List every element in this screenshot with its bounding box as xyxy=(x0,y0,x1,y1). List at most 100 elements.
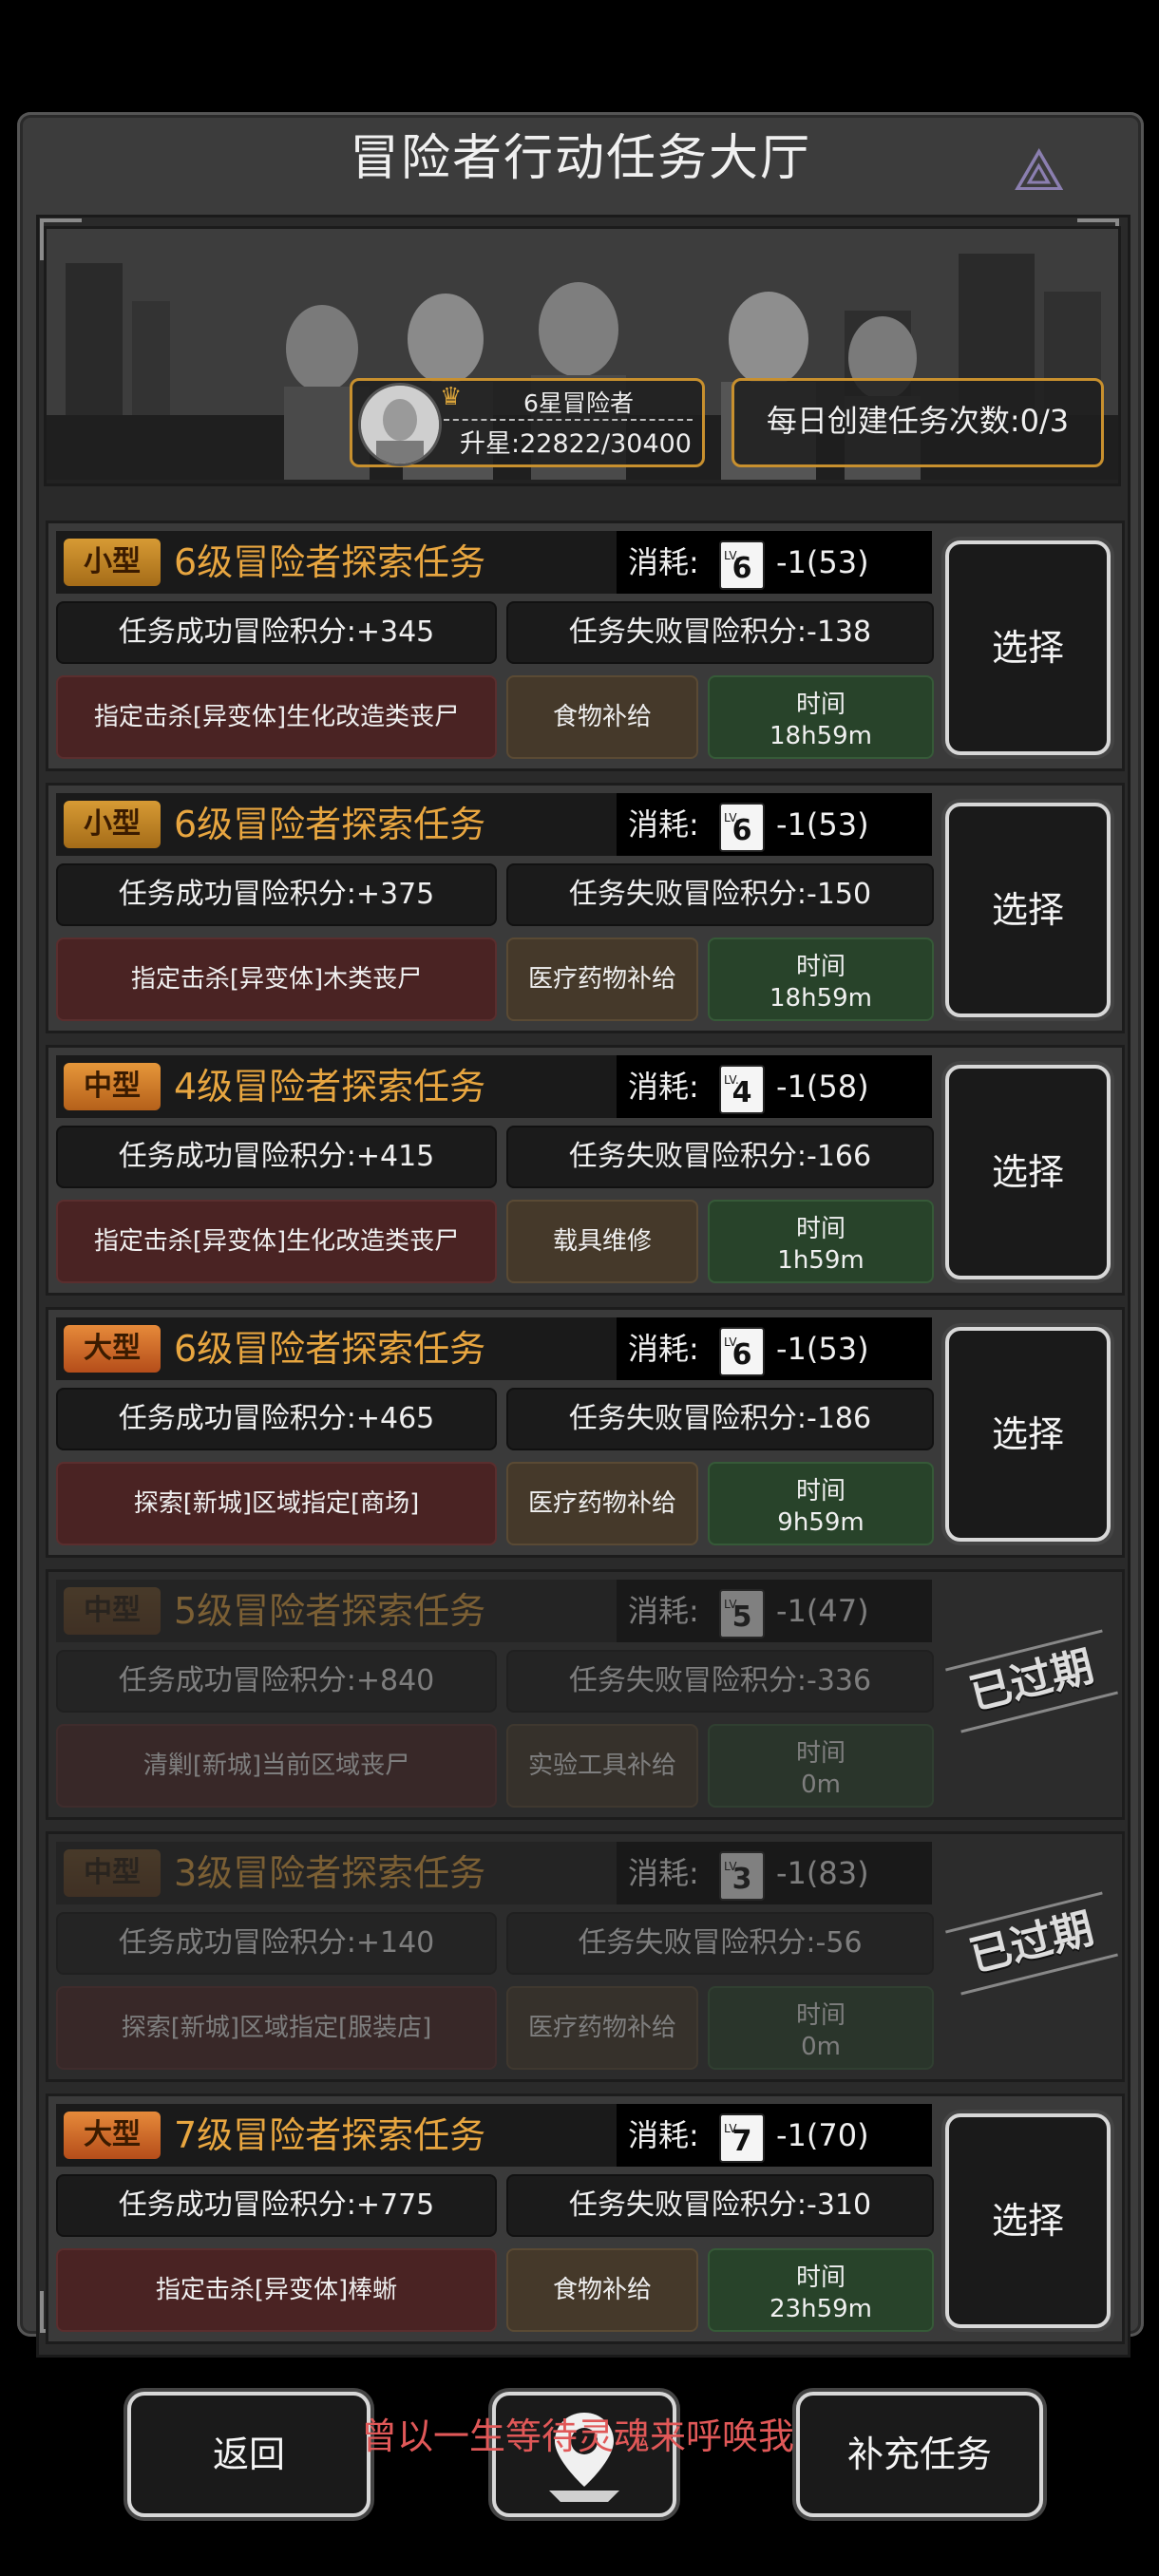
task-reward: 医疗药物补给 xyxy=(506,938,698,1021)
task-card: 中型 3级冒险者探索任务 消耗: LV. 3 -1(83) 任务成功冒险积分:+1… xyxy=(46,1831,1125,2082)
task-cost: 消耗: LV. 4 -1(58) xyxy=(617,1055,932,1118)
avatar xyxy=(358,383,442,466)
task-cost: 消耗: LV. 6 -1(53) xyxy=(617,531,932,594)
task-title: 6级冒险者探索任务 xyxy=(174,541,486,583)
task-cost: 消耗: LV. 3 -1(83) xyxy=(617,1842,932,1904)
select-button[interactable]: 选择 xyxy=(945,1065,1111,1279)
time-remaining: 0m xyxy=(801,1771,841,1799)
rank-box[interactable]: ♛ 6星冒险者 升星:22822/30400 xyxy=(350,378,705,467)
task-size-badge: 中型 xyxy=(64,1587,161,1635)
task-objective: 探索[新城]区域指定[商场] xyxy=(56,1462,497,1545)
back-button[interactable]: 返回 xyxy=(127,2392,370,2517)
task-size-badge: 小型 xyxy=(64,801,161,848)
failure-points: 任务失败冒险积分:-150 xyxy=(506,863,934,926)
success-points: 任务成功冒险积分:+345 xyxy=(56,601,497,664)
cost-label: 消耗: xyxy=(628,2117,699,2153)
level-card-icon: LV. 3 xyxy=(719,1851,765,1901)
task-size-badge: 小型 xyxy=(64,539,161,586)
level-card-icon: LV. 5 xyxy=(719,1589,765,1638)
expired-stamp: 已过期 xyxy=(945,1891,1118,1996)
task-title: 3级冒险者探索任务 xyxy=(174,1852,486,1894)
expired-stamp: 已过期 xyxy=(945,1629,1118,1733)
task-cost: 消耗: LV. 7 -1(70) xyxy=(617,2104,932,2167)
task-objective: 探索[新城]区域指定[服装店] xyxy=(56,1986,497,2070)
task-cost: 消耗: LV. 6 -1(53) xyxy=(617,793,932,856)
level-card-icon: LV. 6 xyxy=(719,1327,765,1376)
time-label: 时间 xyxy=(795,2263,846,2292)
select-button[interactable]: 选择 xyxy=(945,1327,1111,1542)
success-points: 任务成功冒险积分:+465 xyxy=(56,1388,497,1450)
failure-points: 任务失败冒险积分:-186 xyxy=(506,1388,934,1450)
task-reward: 食物补给 xyxy=(506,2248,698,2332)
level-card-icon: LV. 6 xyxy=(719,540,765,590)
task-card[interactable]: 大型 6级冒险者探索任务 消耗: LV. 6 -1(53) 任务成功冒险积分:+4… xyxy=(46,1307,1125,1558)
cost-value: -1(53) xyxy=(776,544,869,580)
task-title: 7级冒险者探索任务 xyxy=(174,2114,486,2156)
time-remaining: 9h59m xyxy=(777,1508,864,1537)
task-reward: 医疗药物补给 xyxy=(506,1462,698,1545)
faction-emblem-icon: ⟁ xyxy=(1013,135,1066,204)
failure-points: 任务失败冒险积分:-166 xyxy=(506,1126,934,1188)
task-time: 时间 1h59m xyxy=(708,1200,934,1283)
footer-bar: 返回 补充任务 xyxy=(0,2346,1159,2576)
star-up-progress: 升星:22822/30400 xyxy=(460,429,692,459)
cost-label: 消耗: xyxy=(628,1855,699,1891)
task-reward: 实验工具补给 xyxy=(506,1724,698,1808)
cost-value: -1(53) xyxy=(776,1331,869,1367)
task-header: 大型 6级冒险者探索任务 消耗: LV. 6 -1(53) xyxy=(56,1317,932,1380)
crown-icon: ♛ xyxy=(440,383,463,411)
time-label: 时间 xyxy=(795,1739,846,1768)
task-title: 5级冒险者探索任务 xyxy=(174,1590,486,1632)
task-time: 时间 9h59m xyxy=(708,1462,934,1545)
success-points: 任务成功冒险积分:+375 xyxy=(56,863,497,926)
task-reward: 医疗药物补给 xyxy=(506,1986,698,2070)
task-objective: 指定击杀[异变体]生化改造类丧尸 xyxy=(56,1200,497,1283)
select-button[interactable]: 选择 xyxy=(945,540,1111,755)
task-header: 中型 4级冒险者探索任务 消耗: LV. 4 -1(58) xyxy=(56,1055,932,1118)
cost-value: -1(58) xyxy=(776,1069,869,1105)
task-objective: 指定击杀[异变体]棒蜥 xyxy=(56,2248,497,2332)
cost-label: 消耗: xyxy=(628,544,699,580)
select-button[interactable]: 选择 xyxy=(945,803,1111,1017)
time-label: 时间 xyxy=(795,1477,846,1506)
time-label: 时间 xyxy=(795,691,846,719)
level-card-icon: LV. 6 xyxy=(719,803,765,852)
task-card[interactable]: 大型 7级冒险者探索任务 消耗: LV. 7 -1(70) 任务成功冒险积分:+7… xyxy=(46,2093,1125,2344)
time-label: 时间 xyxy=(795,2001,846,2030)
time-remaining: 18h59m xyxy=(770,984,872,1013)
task-header: 中型 3级冒险者探索任务 消耗: LV. 3 -1(83) xyxy=(56,1842,932,1904)
time-remaining: 23h59m xyxy=(770,2295,872,2323)
task-header: 中型 5级冒险者探索任务 消耗: LV. 5 -1(47) xyxy=(56,1580,932,1642)
task-reward: 食物补给 xyxy=(506,675,698,759)
time-remaining: 18h59m xyxy=(770,722,872,750)
task-cost: 消耗: LV. 5 -1(47) xyxy=(617,1580,932,1642)
level-card-icon: LV. 7 xyxy=(719,2113,765,2163)
failure-points: 任务失败冒险积分:-310 xyxy=(506,2174,934,2237)
success-points: 任务成功冒险积分:+415 xyxy=(56,1126,497,1188)
time-label: 时间 xyxy=(795,1215,846,1243)
task-size-badge: 大型 xyxy=(64,2112,161,2159)
page-title: 冒险者行动任务大厅 xyxy=(349,130,811,187)
task-title: 6级冒险者探索任务 xyxy=(174,1328,486,1370)
cost-value: -1(70) xyxy=(776,2117,869,2153)
cost-label: 消耗: xyxy=(628,1331,699,1367)
failure-points: 任务失败冒险积分:-336 xyxy=(506,1650,934,1713)
level-card-icon: LV. 4 xyxy=(719,1065,765,1114)
task-card[interactable]: 中型 4级冒险者探索任务 消耗: LV. 4 -1(58) 任务成功冒险积分:+4… xyxy=(46,1045,1125,1296)
task-card[interactable]: 小型 6级冒险者探索任务 消耗: LV. 6 -1(53) 任务成功冒险积分:+3… xyxy=(46,783,1125,1033)
cost-label: 消耗: xyxy=(628,806,699,843)
task-cost: 消耗: LV. 6 -1(53) xyxy=(617,1317,932,1380)
add-task-button[interactable]: 补充任务 xyxy=(796,2392,1043,2517)
task-time: 时间 0m xyxy=(708,1724,934,1808)
task-size-badge: 大型 xyxy=(64,1325,161,1373)
select-button[interactable]: 选择 xyxy=(945,2113,1111,2328)
success-points: 任务成功冒险积分:+775 xyxy=(56,2174,497,2237)
time-label: 时间 xyxy=(795,953,846,981)
task-objective: 指定击杀[异变体]生化改造类丧尸 xyxy=(56,675,497,759)
task-card[interactable]: 小型 6级冒险者探索任务 消耗: LV. 6 -1(53) 任务成功冒险积分:+3… xyxy=(46,521,1125,771)
task-title: 6级冒险者探索任务 xyxy=(174,804,486,845)
task-card: 中型 5级冒险者探索任务 消耗: LV. 5 -1(47) 任务成功冒险积分:+8… xyxy=(46,1569,1125,1820)
success-points: 任务成功冒险积分:+840 xyxy=(56,1650,497,1713)
failure-points: 任务失败冒险积分:-138 xyxy=(506,601,934,664)
task-header: 小型 6级冒险者探索任务 消耗: LV. 6 -1(53) xyxy=(56,793,932,856)
